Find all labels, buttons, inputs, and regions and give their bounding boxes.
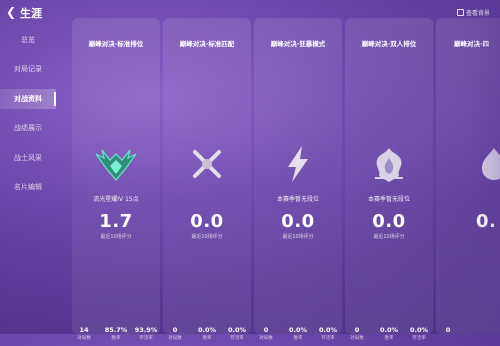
stat-value: 0.0% [318, 326, 338, 334]
stat-label: 对局数 [350, 336, 364, 341]
sidebar-item-label: 名片编辑 [14, 183, 42, 191]
card-title: 巅峰对决·四 [454, 40, 489, 48]
card-stats: 0 对局数 0.0% 胜率 0.0% 存活率 [254, 326, 342, 346]
mode-card-frenzy[interactable]: 巅峰对决·狂暴模式 本赛季暂无段位 0.0 最近10场评分 0 对局数 0.0% 胜… [254, 18, 342, 341]
stat-value: 85.7% [104, 326, 128, 334]
score-label: 最近10场评分 [282, 234, 314, 240]
stat-value: 0.0% [409, 326, 429, 334]
stat-label: 胜率 [384, 336, 394, 341]
rank-emblem-icon [482, 148, 500, 180]
sidebar-item-label: 对战资料 [14, 95, 42, 103]
sidebar-item-label: 对局记录 [14, 65, 42, 73]
green-winged-rank-emblem-icon [95, 149, 137, 181]
stat-label: 对局数 [77, 336, 91, 341]
card-title: 巅峰对决·标准匹配 [179, 40, 235, 48]
stat-value: 0 [354, 326, 360, 334]
score-value: 0.0 [190, 211, 224, 232]
sidebar-item-label: 战绩展示 [14, 124, 42, 132]
stat-label: 对局数 [259, 336, 273, 341]
stat-value: 0.0% [227, 326, 247, 334]
view-background-link[interactable]: 查看背景 [456, 8, 490, 17]
flame-crest-emblem-icon [375, 148, 403, 182]
sidebar: 总览 对局记录 对战资料 战绩展示 战士风采 名片编辑 [0, 26, 56, 334]
page-title: 生涯 [20, 7, 42, 20]
lightning-bolt-icon [288, 146, 308, 182]
stat-label: 胜率 [293, 336, 303, 341]
stat-label: 胜率 [202, 336, 212, 341]
stat-value: 93.9% [134, 326, 158, 334]
score-label: 最近10场评分 [100, 234, 132, 240]
card-stats: 0 对局数 0.0% 胜率 0.0% 存活率 [163, 326, 251, 346]
sidebar-item-label: 总览 [21, 36, 35, 44]
sidebar-item-battle-data[interactable]: 对战资料 [0, 89, 56, 109]
mode-cards: 巅峰对决·标准排位 流光星耀IV 15点 1.7 最近10场评分 14 对局数 8… [56, 18, 500, 341]
stat-value: 0.0% [288, 326, 308, 334]
stat-label: 存活率 [230, 336, 244, 341]
sidebar-item-card-edit[interactable]: 名片编辑 [0, 177, 56, 197]
stat-label: 存活率 [139, 336, 153, 341]
mode-card-ranked[interactable]: 巅峰对决·标准排位 流光星耀IV 15点 1.7 最近10场评分 14 对局数 8… [72, 18, 160, 341]
score-value: 0.0 [372, 211, 406, 232]
stat-label: 胜率 [111, 336, 121, 341]
stat-value: 0.0% [379, 326, 399, 334]
card-stats: 14 对局数 85.7% 胜率 93.9% 存活率 [72, 326, 160, 346]
mode-card-match[interactable]: 巅峰对决·标准匹配 0.0 最近10场评分 0 对局数 0.0% 胜率 0.0% 存活… [163, 18, 251, 341]
score-label: 最近10场评分 [373, 234, 405, 240]
stat-label: 存活率 [321, 336, 335, 341]
stat-label: 对局数 [168, 336, 182, 341]
card-title: 巅峰对决·双人排位 [361, 40, 417, 48]
sidebar-item-overview[interactable]: 总览 [0, 30, 56, 50]
stat-label: 存活率 [412, 336, 426, 341]
stat-value: 14 [79, 326, 89, 334]
score-value: 0.0 [281, 211, 315, 232]
score-value: 0. [476, 211, 497, 232]
card-title: 巅峰对决·标准排位 [88, 40, 144, 48]
card-stats: 0 对局数 0.0% 胜率 0.0% 存活率 [345, 326, 433, 346]
chevron-left-icon[interactable]: ❮ [6, 5, 16, 19]
mode-card-quad[interactable]: 巅峰对决·四 0. 0 [436, 18, 500, 334]
stat-value: 0.0% [197, 326, 217, 334]
rank-text: 流光星耀IV 15点 [93, 196, 139, 203]
stat-value: 0 [172, 326, 178, 334]
score-label: 最近10场评分 [191, 234, 223, 240]
score-value: 1.7 [99, 211, 133, 232]
sidebar-item-record-display[interactable]: 战绩展示 [0, 118, 56, 138]
sidebar-item-match-history[interactable]: 对局记录 [0, 59, 56, 79]
stat-value: 0 [263, 326, 269, 334]
sidebar-item-label: 战士风采 [14, 154, 42, 162]
card-title: 巅峰对决·狂暴模式 [270, 40, 326, 48]
card-stats: 0 [436, 326, 500, 346]
rank-text: 本赛季暂无段位 [276, 196, 319, 203]
rank-text: 本赛季暂无段位 [367, 196, 410, 203]
mode-card-duo[interactable]: 巅峰对决·双人排位 本赛季暂无段位 0.0 最近10场评分 0 对局数 0.0% 胜… [345, 18, 433, 341]
crossed-swords-icon [193, 150, 221, 178]
stat-value: 0 [445, 326, 451, 334]
view-background-label: 查看背景 [465, 10, 490, 17]
background-icon [456, 9, 464, 16]
sidebar-item-warrior-style[interactable]: 战士风采 [0, 148, 56, 168]
